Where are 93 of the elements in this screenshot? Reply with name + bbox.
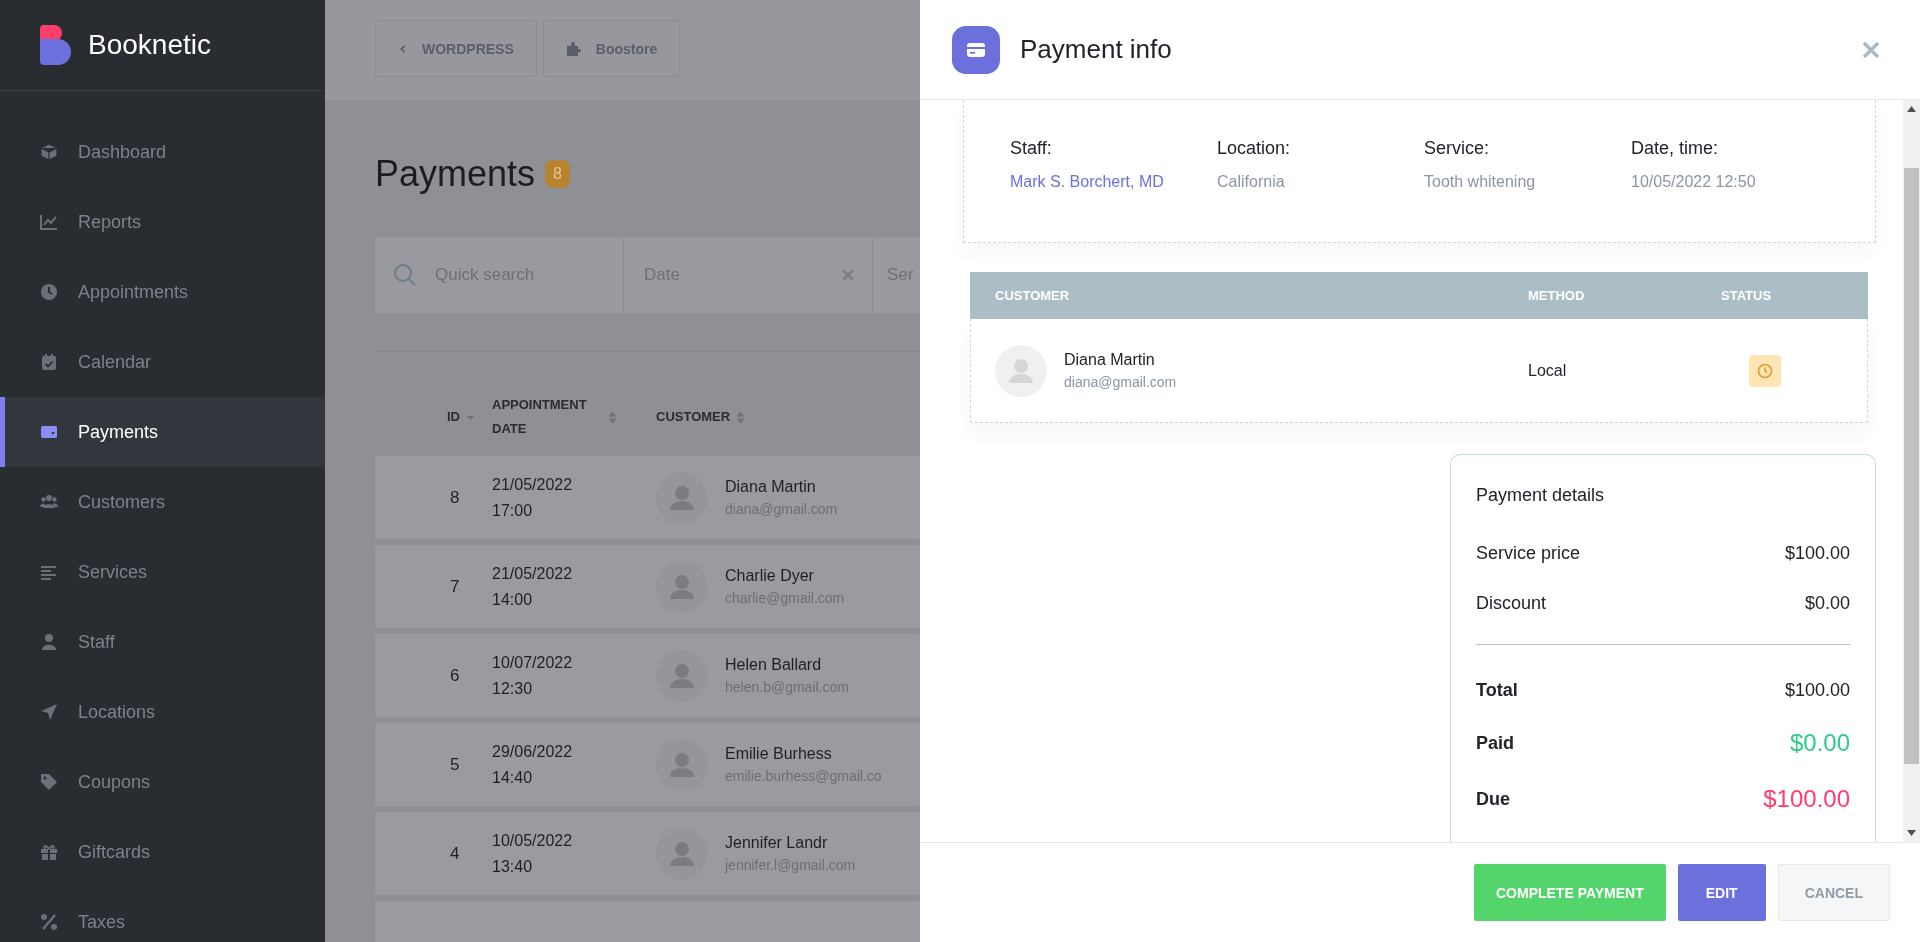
close-button[interactable] xyxy=(1862,40,1880,59)
customer-name: Jennifer Landr xyxy=(725,834,829,852)
detail-label: Service price xyxy=(1476,542,1581,564)
sidebar-item[interactable]: Appointments xyxy=(0,257,325,327)
id-cell-text: 8 xyxy=(449,487,461,508)
column-header: STATUS xyxy=(1721,288,1773,303)
sidebar-item[interactable]: Giftcards xyxy=(0,817,325,887)
sidebar-item[interactable]: Payments xyxy=(0,397,325,467)
info-value: California xyxy=(1217,173,1286,191)
detail-label: Paid xyxy=(1476,732,1514,754)
sidebar-item[interactable]: Dashboard xyxy=(0,117,325,187)
sort-icon[interactable] xyxy=(736,410,746,424)
id-cell-text: 6 xyxy=(449,665,461,686)
sidebar-item[interactable]: Taxes xyxy=(0,887,325,942)
location-arrow-icon xyxy=(40,703,58,721)
detail-amount: $0.00 xyxy=(1789,729,1850,757)
back-button[interactable]: WORDPRESS xyxy=(375,20,537,77)
detail-amount: $0.00 xyxy=(1804,592,1850,614)
sidebar-item[interactable]: Staff xyxy=(0,607,325,677)
puzzle-icon xyxy=(565,40,582,57)
customer-name: Charlie Dyer xyxy=(725,567,815,585)
sidebar-item[interactable]: Locations xyxy=(0,677,325,747)
page-title: Payments xyxy=(375,153,536,195)
info-label: Date, time: xyxy=(1631,138,1720,159)
sidebar-item[interactable]: Calendar xyxy=(0,327,325,397)
calendar-icon xyxy=(40,353,58,371)
column-header: METHOD xyxy=(1528,288,1586,303)
sidebar-item[interactable]: Customers xyxy=(0,467,325,537)
date-text: 10/07/2022 xyxy=(492,652,574,673)
brand-name: Booknetic xyxy=(88,29,211,61)
detail-label: Due xyxy=(1476,788,1510,810)
users-icon xyxy=(40,493,58,511)
logo-icon xyxy=(40,25,72,65)
clear-icon[interactable] xyxy=(842,269,854,281)
info-value: Tooth whitening xyxy=(1424,173,1537,191)
card-title: Payment details xyxy=(1476,485,1606,506)
store-button[interactable]: Boostore xyxy=(542,20,681,77)
info-label: Staff: xyxy=(1010,138,1053,159)
method-cell-text: Local xyxy=(1528,361,1568,380)
time-text: 13:40 xyxy=(492,856,534,877)
clock-icon xyxy=(40,283,58,301)
complete-payment-button[interactable]: COMPLETE PAYMENT xyxy=(1473,864,1666,921)
tag-icon xyxy=(40,773,58,791)
time-text: 12:30 xyxy=(492,678,534,699)
sidebar-item[interactable]: Services xyxy=(0,537,325,607)
id-cell-text: 4 xyxy=(449,843,461,864)
sidebar-item[interactable]: Reports xyxy=(0,187,325,257)
info-label: Service: xyxy=(1424,138,1491,159)
detail-amount: $100.00 xyxy=(1784,542,1850,564)
date-text: 29/06/2022 xyxy=(492,741,574,762)
list-icon xyxy=(40,563,58,581)
id-cell-text: 7 xyxy=(449,576,461,597)
customer-name: Emilie Burhess xyxy=(725,745,833,763)
column-header[interactable]: CUSTOMER xyxy=(656,405,731,429)
time-text: 14:00 xyxy=(492,589,534,610)
column-header: CUSTOMER xyxy=(995,288,1071,303)
customer-name: Helen Ballard xyxy=(725,656,823,674)
cube-icon xyxy=(40,143,58,161)
sort-icon[interactable] xyxy=(608,410,617,424)
customer-name: Diana Martin xyxy=(1064,351,1156,369)
customer-email: diana@gmail.com xyxy=(1064,374,1177,390)
scrollbar[interactable] xyxy=(1903,100,1920,842)
card-icon xyxy=(952,25,1000,74)
wallet-icon xyxy=(40,423,58,441)
date-text: 10/05/2022 xyxy=(492,830,574,851)
id-cell-text: 5 xyxy=(449,754,461,775)
percent-icon xyxy=(40,913,58,931)
date-text: 21/05/2022 xyxy=(492,474,574,495)
customer-name: Diana Martin xyxy=(725,478,817,496)
detail-label: Total xyxy=(1476,679,1518,701)
info-value: 10/05/2022 12:50 xyxy=(1631,173,1757,191)
cancel-button[interactable]: CANCEL xyxy=(1777,864,1890,921)
search-icon xyxy=(393,263,417,287)
user-icon xyxy=(40,633,58,651)
detail-amount: $100.00 xyxy=(1763,785,1850,813)
edit-button[interactable]: EDIT xyxy=(1677,864,1766,921)
avatar-icon xyxy=(995,344,1047,397)
time-text: 17:00 xyxy=(492,500,534,521)
column-header[interactable]: APPOINTMENT DATE xyxy=(492,393,602,441)
scroll-up-icon[interactable] xyxy=(1907,106,1916,112)
detail-amount: $100.00 xyxy=(1784,679,1850,701)
count-badge: 8 xyxy=(545,160,570,188)
staff-link[interactable]: Mark S. Borchert, MD xyxy=(1010,173,1217,191)
sidebar-item[interactable]: Coupons xyxy=(0,747,325,817)
date-text: 21/05/2022 xyxy=(492,563,574,584)
info-label: Location: xyxy=(1217,138,1292,159)
panel-title: Payment info xyxy=(1020,34,1173,65)
time-text: 14:40 xyxy=(492,767,534,788)
scroll-down-icon[interactable] xyxy=(1907,830,1916,836)
gift-icon xyxy=(40,843,58,861)
detail-label: Discount xyxy=(1476,592,1547,614)
column-header[interactable]: ID xyxy=(447,405,460,429)
chart-icon xyxy=(40,213,58,231)
